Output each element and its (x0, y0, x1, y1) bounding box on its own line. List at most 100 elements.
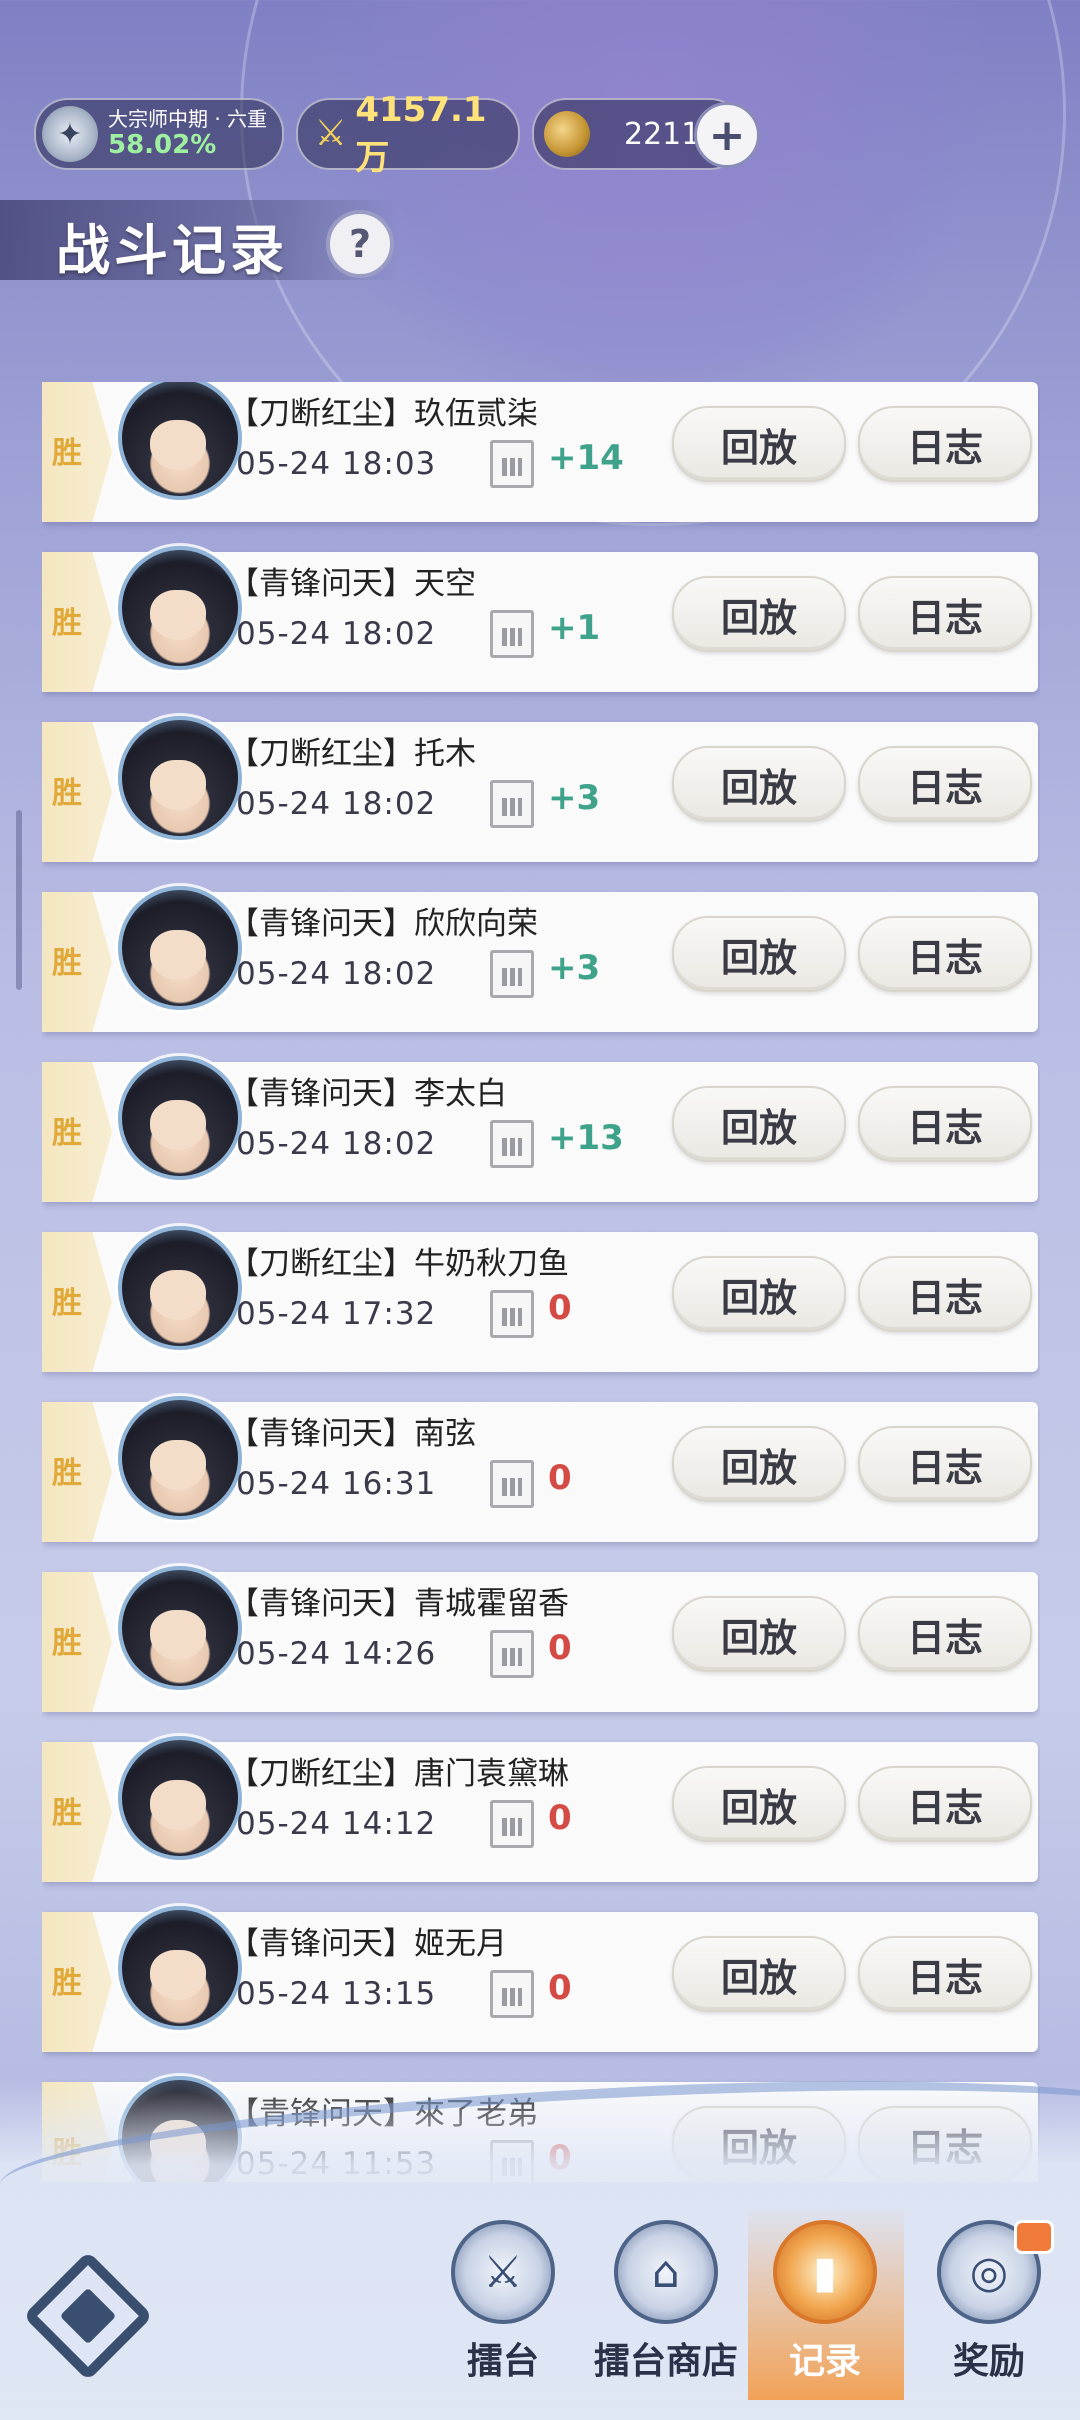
nav-label-arena: 擂台 (466, 2341, 539, 2382)
log-button[interactable]: 日志 (858, 1766, 1032, 1842)
nav-item-arena-shop[interactable]: ⌂ 擂台商店 (586, 2220, 746, 2400)
battle-time: 05-24 16:31 (236, 1466, 437, 1502)
log-button[interactable]: 日志 (858, 406, 1032, 482)
rank-progress: 58.02% (108, 129, 217, 160)
record-row: 胜 【刀断红尘】玖伍贰柒 05-24 18:03 +14 回放 日志 (42, 382, 1038, 522)
result-label: 胜 (52, 1966, 82, 2001)
replay-button[interactable]: 回放 (672, 576, 846, 652)
nav-label-reward: 奖励 (952, 2341, 1025, 2382)
opponent-avatar[interactable] (118, 1226, 242, 1350)
power-pill[interactable]: ⚔ 4157.1万 (296, 90, 520, 178)
rank-points-flag-icon (490, 1120, 534, 1168)
opponent-avatar[interactable] (118, 1736, 242, 1860)
shop-icon: ⌂ (614, 2220, 718, 2324)
notification-badge (1014, 2220, 1054, 2254)
points-change: +14 (548, 438, 624, 478)
arena-icon: ⚔ (451, 2220, 555, 2324)
rank-points-flag-icon (490, 1800, 534, 1848)
log-button[interactable]: 日志 (858, 1256, 1032, 1332)
rank-pill[interactable]: ✦ 大宗师中期 · 六重 58.02% (34, 98, 284, 170)
record-row: 胜 【青锋问天】欣欣向荣 05-24 18:02 +3 回放 日志 (42, 886, 1038, 1032)
opponent-avatar[interactable] (118, 1906, 242, 2030)
points-change: 0 (548, 1968, 572, 2008)
rank-points-flag-icon (490, 1970, 534, 2018)
replay-button[interactable]: 回放 (672, 406, 846, 482)
opponent-name: 【刀断红尘】牛奶秋刀鱼 (228, 1246, 569, 1282)
battle-time: 05-24 18:02 (236, 1126, 437, 1162)
opponent-name: 【青锋问天】李太白 (228, 1076, 507, 1112)
battle-time: 05-24 17:32 (236, 1296, 437, 1332)
rank-points-flag-icon (490, 780, 534, 828)
rank-points-flag-icon (490, 1630, 534, 1678)
rank-points-flag-icon (490, 440, 534, 488)
opponent-avatar[interactable] (118, 546, 242, 670)
battle-time: 05-24 14:26 (236, 1636, 437, 1672)
replay-button[interactable]: 回放 (672, 916, 846, 992)
add-currency-button[interactable]: + (694, 102, 760, 168)
win-tab: 胜 (42, 1402, 112, 1542)
rank-points-flag-icon (490, 1460, 534, 1508)
record-row: 胜 【青锋问天】李太白 05-24 18:02 +13 回放 日志 (42, 1056, 1038, 1202)
rank-points-flag-icon (490, 950, 534, 998)
scrollbar[interactable] (16, 810, 22, 990)
nav-label-record: 记录 (788, 2341, 861, 2382)
log-button[interactable]: 日志 (858, 746, 1032, 822)
opponent-name: 【刀断红尘】唐门袁黛琳 (228, 1756, 569, 1792)
record-row: 胜 【青锋问天】姬无月 05-24 13:15 0 回放 日志 (42, 1906, 1038, 2052)
log-button[interactable]: 日志 (858, 576, 1032, 652)
result-label: 胜 (52, 946, 82, 981)
coin-icon (544, 111, 590, 157)
result-label: 胜 (52, 436, 82, 471)
help-button[interactable]: ? (326, 210, 394, 278)
points-change: +3 (548, 948, 601, 988)
battle-record-list[interactable]: 胜【刀断红尘】玖伍贰柒 05-24 18:03 +14 回放 日志胜【青锋问天】天空 05… (42, 382, 1040, 2182)
replay-button[interactable]: 回放 (672, 1596, 846, 1672)
replay-button[interactable]: 回放 (672, 746, 846, 822)
replay-button[interactable]: 回放 (672, 1936, 846, 2012)
points-change: 0 (548, 1628, 572, 1668)
currency-value: 2211 (624, 116, 701, 152)
rank-points-flag-icon (490, 610, 534, 658)
win-tab: 胜 (42, 1062, 112, 1202)
record-row: 胜 【青锋问天】南弦 05-24 16:31 0 回放 日志 (42, 1396, 1038, 1542)
win-tab: 胜 (42, 892, 112, 1032)
win-tab: 胜 (42, 382, 112, 522)
opponent-avatar[interactable] (118, 1566, 242, 1690)
battle-time: 05-24 18:03 (236, 446, 437, 482)
log-button[interactable]: 日志 (858, 916, 1032, 992)
rank-name: 大宗师中期 · 六重 (108, 106, 268, 131)
opponent-name: 【刀断红尘】玖伍贰柒 (228, 396, 538, 432)
log-button[interactable]: 日志 (858, 1596, 1032, 1672)
points-change: 0 (548, 1288, 572, 1328)
replay-button[interactable]: 回放 (672, 1086, 846, 1162)
log-button[interactable]: 日志 (858, 1426, 1032, 1502)
replay-button[interactable]: 回放 (672, 1426, 846, 1502)
result-label: 胜 (52, 776, 82, 811)
opponent-avatar[interactable] (118, 1396, 242, 1520)
rank-points-flag-icon (490, 1290, 534, 1338)
result-label: 胜 (52, 1796, 82, 1831)
opponent-name: 【青锋问天】欣欣向荣 (228, 906, 538, 942)
nav-item-arena[interactable]: ⚔ 擂台 (428, 2220, 578, 2400)
result-label: 胜 (52, 606, 82, 641)
record-row: 胜 【刀断红尘】牛奶秋刀鱼 05-24 17:32 0 回放 日志 (42, 1226, 1038, 1372)
result-label: 胜 (52, 1116, 82, 1151)
replay-button[interactable]: 回放 (672, 1256, 846, 1332)
record-row: 胜 【青锋问天】天空 05-24 18:02 +1 回放 日志 (42, 546, 1038, 692)
power-value: 4157.1万 (355, 89, 487, 178)
opponent-avatar[interactable] (118, 382, 242, 500)
opponent-avatar[interactable] (118, 716, 242, 840)
win-tab: 胜 (42, 1912, 112, 2052)
nav-item-record[interactable]: ▮ 记录 (750, 2220, 900, 2400)
nav-label-arena-shop: 擂台商店 (593, 2341, 738, 2382)
opponent-avatar[interactable] (118, 1056, 242, 1180)
battle-time: 05-24 18:02 (236, 786, 437, 822)
opponent-avatar[interactable] (118, 886, 242, 1010)
log-button[interactable]: 日志 (858, 1936, 1032, 2012)
replay-button[interactable]: 回放 (672, 1766, 846, 1842)
record-row: 胜 【青锋问天】青城霍留香 05-24 14:26 0 回放 日志 (42, 1566, 1038, 1712)
crossed-swords-icon: ⚔ (314, 113, 347, 154)
nav-item-reward[interactable]: ◎ 奖励 (914, 2220, 1064, 2400)
log-button[interactable]: 日志 (858, 1086, 1032, 1162)
opponent-name: 【青锋问天】姬无月 (228, 1926, 507, 1962)
